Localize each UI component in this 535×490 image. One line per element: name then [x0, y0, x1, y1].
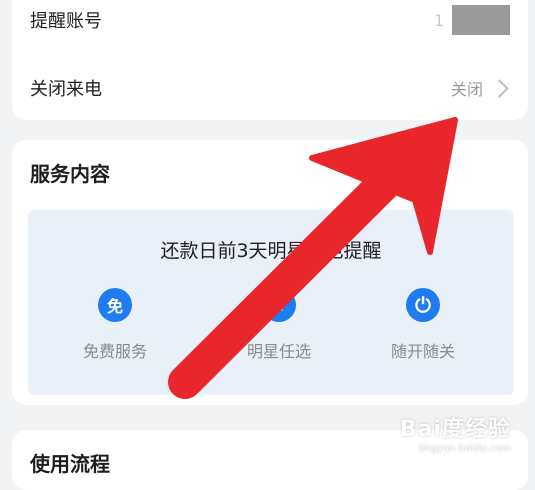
close-call-row[interactable]: 关闭来电 关闭	[30, 64, 510, 112]
power-icon: ⏻	[406, 288, 440, 322]
service-content-card: 服务内容 还款日前3天明星来电提醒 免 免费服务 ★ 明星任选 ⏻ 随开随关	[12, 140, 528, 405]
service-section-title: 服务内容	[30, 162, 110, 186]
feature-label: 明星任选	[246, 342, 311, 361]
feature-label: 免费服务	[82, 342, 147, 361]
star-glyph: ★	[271, 295, 287, 315]
feature-toggle-anytime: ⏻ 随开随关	[363, 288, 483, 362]
feature-star-choice: ★ 明星任选	[219, 288, 339, 362]
feature-label: 随开随关	[390, 342, 455, 361]
close-call-status: 关闭	[450, 80, 483, 99]
watermark-url: jingyan.baidu.com	[418, 443, 511, 454]
baidu-jingyan-watermark: Bai度经验 jingyan.baidu.com	[400, 411, 511, 454]
power-glyph: ⏻	[415, 293, 431, 317]
feature-free-service: 免 免费服务	[55, 288, 175, 362]
chevron-right-icon	[490, 78, 509, 98]
reminder-account-label: 提醒账号	[30, 11, 102, 32]
reminder-account-value: 1	[434, 5, 510, 35]
close-call-label: 关闭来电	[30, 79, 102, 100]
free-badge-icon: 免	[98, 288, 132, 322]
reminder-account-row[interactable]: 提醒账号 1	[30, 0, 510, 44]
service-panel-title: 还款日前3天明星来电提醒	[160, 240, 382, 262]
free-badge-glyph: 免	[106, 297, 123, 316]
account-number-prefix: 1	[433, 10, 444, 30]
process-section-title: 使用流程	[30, 452, 110, 476]
star-icon: ★	[262, 288, 296, 322]
close-call-value: 关闭	[451, 76, 510, 100]
watermark-main: Bai度经验	[399, 417, 511, 442]
settings-card: 提醒账号 1 关闭来电 关闭	[12, 0, 528, 120]
service-panel: 还款日前3天明星来电提醒 免 免费服务 ★ 明星任选 ⏻ 随开随关	[28, 210, 514, 395]
redacted-account-mask	[452, 5, 510, 35]
